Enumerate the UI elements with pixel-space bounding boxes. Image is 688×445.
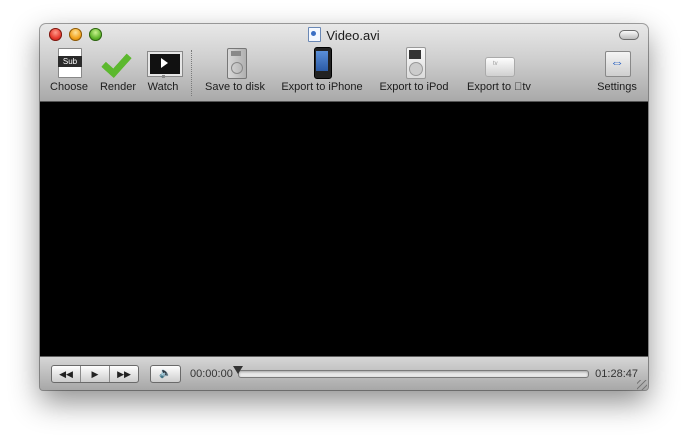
video-document-icon bbox=[308, 27, 322, 42]
volume-button[interactable]: 🔈 bbox=[150, 365, 181, 383]
iphone-icon bbox=[306, 47, 338, 79]
window-title-text: Video.avi bbox=[326, 28, 380, 43]
export-to-apple-tv-button[interactable]: tv Export to tv bbox=[460, 47, 538, 94]
toolbar-toggle-button[interactable] bbox=[619, 30, 639, 40]
ipod-icon bbox=[398, 47, 430, 79]
apple-tv-icon: tv bbox=[483, 47, 515, 79]
subtitle-file-icon: Sub bbox=[53, 47, 85, 79]
transport-buttons: ◀◀ ▶ ▶▶ bbox=[51, 365, 139, 383]
app-window: Video.avi Sub Choose Render Watch Save t… bbox=[40, 24, 648, 390]
export-to-ipod-button[interactable]: Export to iPod bbox=[374, 47, 454, 94]
playhead[interactable] bbox=[233, 366, 243, 374]
timeline-slider[interactable] bbox=[238, 370, 589, 378]
fast-forward-button[interactable]: ▶▶ bbox=[110, 366, 138, 382]
save-to-disk-label: Save to disk bbox=[205, 81, 265, 93]
export-to-apple-tv-label: Export to tv bbox=[467, 81, 531, 93]
render-label: Render bbox=[99, 81, 137, 93]
rewind-button[interactable]: ◀◀ bbox=[52, 366, 81, 382]
choose-button[interactable]: Sub Choose bbox=[47, 47, 91, 94]
hard-disk-icon bbox=[219, 47, 251, 79]
toolbar-separator bbox=[191, 50, 192, 96]
resize-grip[interactable] bbox=[637, 380, 647, 390]
settings-label: Settings bbox=[597, 81, 637, 93]
export-to-ipod-label: Export to iPod bbox=[379, 81, 449, 93]
window-title: Video.avi bbox=[40, 27, 648, 44]
choose-label: Choose bbox=[50, 81, 88, 93]
settings-arrows-icon: ⇔ bbox=[601, 47, 633, 79]
monitor-play-icon bbox=[147, 47, 182, 79]
total-time: 01:28:47 bbox=[595, 368, 638, 380]
playback-controls: ◀◀ ▶ ▶▶ 🔈 00:00:00 01:28:47 bbox=[40, 356, 648, 390]
settings-button[interactable]: ⇔ Settings bbox=[592, 47, 642, 94]
video-preview[interactable] bbox=[40, 102, 648, 356]
checkmark-icon bbox=[101, 46, 134, 79]
export-to-iphone-button[interactable]: Export to iPhone bbox=[276, 47, 368, 94]
title-and-toolbar: Video.avi Sub Choose Render Watch Save t… bbox=[40, 24, 648, 102]
current-time: 00:00:00 bbox=[190, 368, 233, 380]
render-button[interactable]: Render bbox=[96, 46, 140, 94]
export-to-iphone-label: Export to iPhone bbox=[281, 81, 363, 93]
save-to-disk-button[interactable]: Save to disk bbox=[200, 47, 270, 94]
play-button[interactable]: ▶ bbox=[81, 366, 110, 382]
watch-button[interactable]: Watch bbox=[141, 47, 185, 94]
watch-label: Watch bbox=[147, 81, 179, 93]
